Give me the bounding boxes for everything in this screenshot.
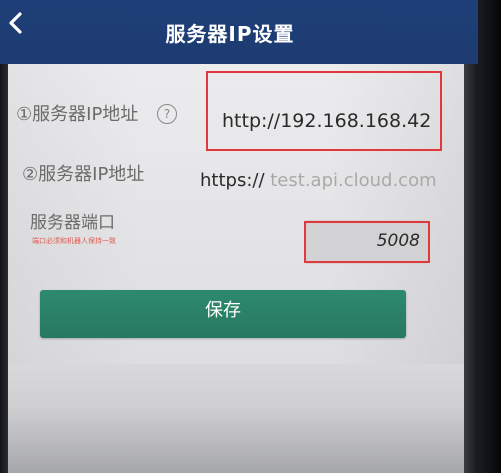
device-bezel-right (478, 0, 501, 473)
device-bezel-right-inner (464, 64, 478, 473)
question-circle-icon[interactable]: ? (157, 104, 177, 124)
chevron-left-icon[interactable] (6, 10, 26, 36)
url-scheme: https:// (200, 170, 265, 191)
server-ip-input-2[interactable]: https:// test.api.cloud.com (200, 170, 437, 191)
empty-screen-area (8, 364, 464, 473)
server-ip-label-1: ①服务器IP地址 (16, 104, 139, 125)
url-host: test.api.cloud.com (264, 170, 437, 191)
highlight-box-port (304, 221, 430, 263)
save-button[interactable]: 保存 (40, 290, 406, 338)
server-ip-label-2: ②服务器IP地址 (22, 164, 145, 185)
highlight-box-ip (206, 71, 442, 151)
server-port-label: 服务器端口 (30, 213, 115, 233)
page-title: 服务器IP设置 (165, 22, 295, 46)
title-bar: 服务器IP设置 (0, 0, 478, 64)
port-hint-text: 端口必须和机器人保持一致 (32, 237, 116, 245)
device-bezel-left (0, 64, 8, 473)
